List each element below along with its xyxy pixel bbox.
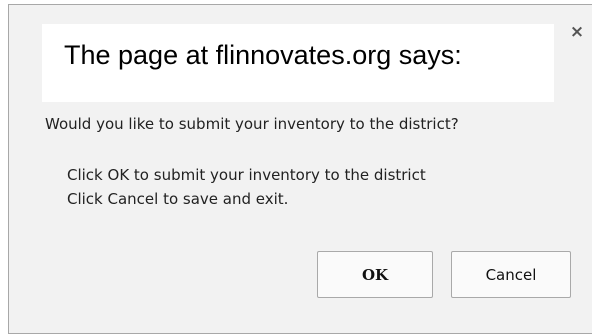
dialog-detail-line-2: Click Cancel to save and exit. <box>67 190 289 208</box>
alert-dialog: The page at flinnovates.org says: × Woul… <box>8 4 592 334</box>
dialog-detail-line-1: Click OK to submit your inventory to the… <box>67 166 426 184</box>
dialog-title: The page at flinnovates.org says: <box>64 40 462 70</box>
dialog-question: Would you like to submit your inventory … <box>45 115 459 133</box>
ok-button[interactable]: OK <box>317 251 433 298</box>
cancel-button[interactable]: Cancel <box>451 251 571 298</box>
dialog-title-area: The page at flinnovates.org says: <box>42 24 554 102</box>
close-icon[interactable]: × <box>568 23 586 41</box>
